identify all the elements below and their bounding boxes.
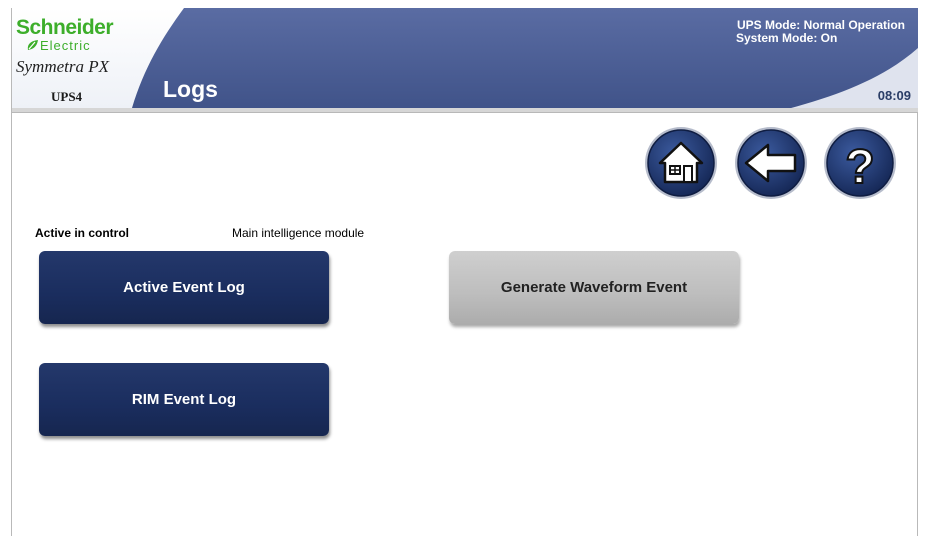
leaf-icon bbox=[27, 40, 38, 50]
help-button[interactable]: ? bbox=[822, 125, 898, 201]
svg-text:?: ? bbox=[845, 141, 874, 194]
clock: 08:09 bbox=[877, 88, 911, 103]
question-icon: ? bbox=[844, 140, 875, 195]
page-title: Logs bbox=[163, 76, 218, 102]
device-name: UPS4 bbox=[51, 89, 83, 104]
brand-area: Schneider Electric Symmetra PX UPS4 bbox=[12, 8, 132, 108]
home-button[interactable] bbox=[643, 125, 719, 201]
generate-waveform-event-button[interactable]: Generate Waveform Event bbox=[449, 251, 739, 324]
product-name: Symmetra PX bbox=[16, 57, 110, 76]
rim-event-log-button[interactable]: RIM Event Log bbox=[39, 363, 329, 436]
system-mode: System Mode: On bbox=[735, 31, 838, 45]
active-event-log-button[interactable]: Active Event Log bbox=[39, 251, 329, 324]
active-in-control-label: Active in control bbox=[35, 226, 130, 240]
active-in-control-value: Main intelligence module bbox=[232, 226, 365, 240]
back-button[interactable] bbox=[733, 125, 809, 201]
brand-logo: Schneider bbox=[16, 16, 114, 39]
status-block: UPS Mode: Normal Operation System Mode: … bbox=[735, 19, 905, 45]
brand-sub: Electric bbox=[40, 38, 91, 53]
